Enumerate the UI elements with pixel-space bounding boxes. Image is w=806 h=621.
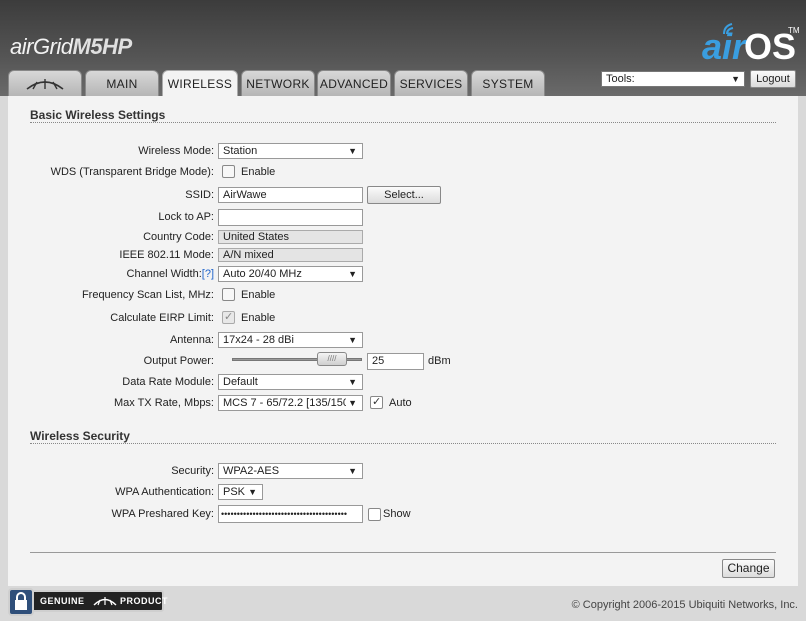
data-rate-value: Default (223, 376, 258, 388)
channel-width-help-link[interactable]: [?] (202, 268, 214, 280)
ieee-mode-label: IEEE 802.11 Mode: (119, 249, 214, 261)
wireless-mode-value: Station (223, 145, 258, 157)
ubiquiti-logo-icon (93, 597, 117, 606)
wpa-auth-value: PSK (223, 486, 246, 498)
max-tx-label: Max TX Rate, Mbps: (113, 397, 214, 409)
tab-advanced[interactable]: ADVANCED (317, 70, 391, 96)
channel-width-select[interactable]: Auto 20/40 MHz ▼ (218, 266, 363, 282)
chevron-down-icon: ▼ (348, 466, 357, 476)
wpa-key-label: WPA Preshared Key: (111, 508, 214, 520)
wds-enable-checkbox[interactable] (222, 165, 235, 178)
tab-ubiquiti-logo[interactable] (8, 70, 82, 96)
wpa-auth-select[interactable]: PSK ▼ (218, 484, 263, 500)
tools-select-value: Tools: (606, 73, 635, 85)
section-divider (30, 122, 776, 123)
chevron-down-icon: ▼ (348, 377, 357, 387)
security-select[interactable]: WPA2-AES ▼ (218, 463, 363, 479)
output-power-input[interactable]: 25 (367, 353, 424, 370)
section-divider (30, 443, 776, 444)
logo-tm: TM (788, 26, 800, 35)
data-rate-select[interactable]: Default ▼ (218, 374, 363, 390)
header: airGridM5HP air OS TM MAIN WIRELESS NETW… (0, 0, 806, 97)
antenna-value: 17x24 - 28 dBi (223, 334, 294, 346)
channel-width-label-text: Channel Width: (126, 268, 202, 280)
lock-icon (8, 588, 34, 616)
chevron-down-icon: ▼ (731, 74, 740, 84)
wpa-key-input[interactable]: •••••••••••••••••••••••••••••••••••••••• (218, 505, 363, 523)
device-brand: airGridM5HP (10, 34, 132, 60)
eirp-enable-text: Enable (241, 312, 276, 324)
logo-air: air (702, 26, 747, 67)
ssid-label: SSID: (185, 189, 214, 201)
chevron-down-icon: ▼ (346, 396, 357, 410)
lock-ap-input[interactable] (218, 209, 363, 226)
ieee-mode-field: A/N mixed (218, 248, 363, 262)
eirp-label: Calculate EIRP Limit: (110, 312, 214, 324)
wireless-settings-panel: Basic Wireless Settings Wireless Mode: S… (8, 96, 798, 586)
ssid-input[interactable]: AirWawe (218, 187, 363, 203)
chevron-down-icon: ▼ (348, 146, 357, 156)
ssid-select-button[interactable]: Select... (367, 186, 441, 204)
wpa-auth-label: WPA Authentication: (115, 486, 214, 498)
max-tx-auto-text: Auto (389, 397, 412, 409)
brand-product: airGrid (10, 34, 73, 59)
tab-services[interactable]: SERVICES (394, 70, 468, 96)
genuine-label: GENUINE (40, 596, 85, 606)
tab-network[interactable]: NETWORK (241, 70, 315, 96)
change-button[interactable]: Change (722, 559, 775, 578)
tab-wireless[interactable]: WIRELESS (162, 70, 238, 97)
eirp-enable-checkbox (222, 310, 235, 324)
data-rate-label: Data Rate Module: (122, 376, 214, 388)
chevron-down-icon: ▼ (348, 335, 357, 345)
freq-scan-enable-checkbox[interactable] (222, 288, 235, 301)
logout-button[interactable]: Logout (750, 70, 796, 88)
security-label: Security: (171, 465, 214, 477)
wireless-mode-label: Wireless Mode: (138, 145, 214, 157)
copyright-text: © Copyright 2006-2015 Ubiquiti Networks,… (571, 599, 798, 611)
wpa-key-show-text: Show (383, 508, 411, 520)
chevron-down-icon: ▼ (248, 487, 257, 497)
antenna-select[interactable]: 17x24 - 28 dBi ▼ (218, 332, 363, 348)
tab-main[interactable]: MAIN (85, 70, 159, 96)
output-power-unit: dBm (428, 355, 451, 367)
genuine-product-badge[interactable]: GENUINE PRODUCT (8, 588, 168, 616)
security-value: WPA2-AES (223, 465, 280, 477)
wireless-mode-select[interactable]: Station ▼ (218, 143, 363, 159)
wds-label: WDS (Transparent Bridge Mode): (50, 166, 214, 178)
lock-ap-label: Lock to AP: (158, 211, 214, 223)
product-label: PRODUCT (120, 596, 168, 606)
form-bottom-divider (30, 552, 776, 553)
output-power-slider-handle[interactable]: //// (317, 352, 347, 366)
output-power-label: Output Power: (143, 355, 214, 367)
max-tx-auto-checkbox[interactable] (370, 395, 383, 409)
channel-width-label: Channel Width:[?] (127, 268, 214, 280)
freq-scan-enable-text: Enable (241, 289, 276, 301)
wpa-key-show-checkbox[interactable] (368, 508, 381, 521)
max-tx-value: MCS 7 - 65/72.2 [135/150] (223, 397, 353, 409)
channel-width-value: Auto 20/40 MHz (223, 268, 302, 280)
wireless-security-title: Wireless Security (30, 429, 130, 443)
chevron-down-icon: ▼ (348, 269, 357, 279)
airos-logo: air OS TM (700, 20, 800, 68)
country-code-label: Country Code: (143, 231, 214, 243)
ubiquiti-logo-icon (26, 79, 64, 90)
max-tx-select[interactable]: MCS 7 - 65/72.2 [135/150] ▼ (218, 395, 363, 411)
brand-model: M5HP (72, 34, 133, 59)
antenna-label: Antenna: (169, 334, 214, 346)
wds-enable-text: Enable (241, 166, 276, 178)
country-code-field: United States (218, 230, 363, 244)
freq-scan-label: Frequency Scan List, MHz: (81, 289, 214, 301)
tab-system[interactable]: SYSTEM (471, 70, 545, 96)
tools-select[interactable]: Tools: ▼ (601, 71, 745, 87)
footer: GENUINE PRODUCT © Copyright 2006-2015 Ub… (0, 586, 806, 621)
basic-settings-title: Basic Wireless Settings (30, 108, 166, 122)
